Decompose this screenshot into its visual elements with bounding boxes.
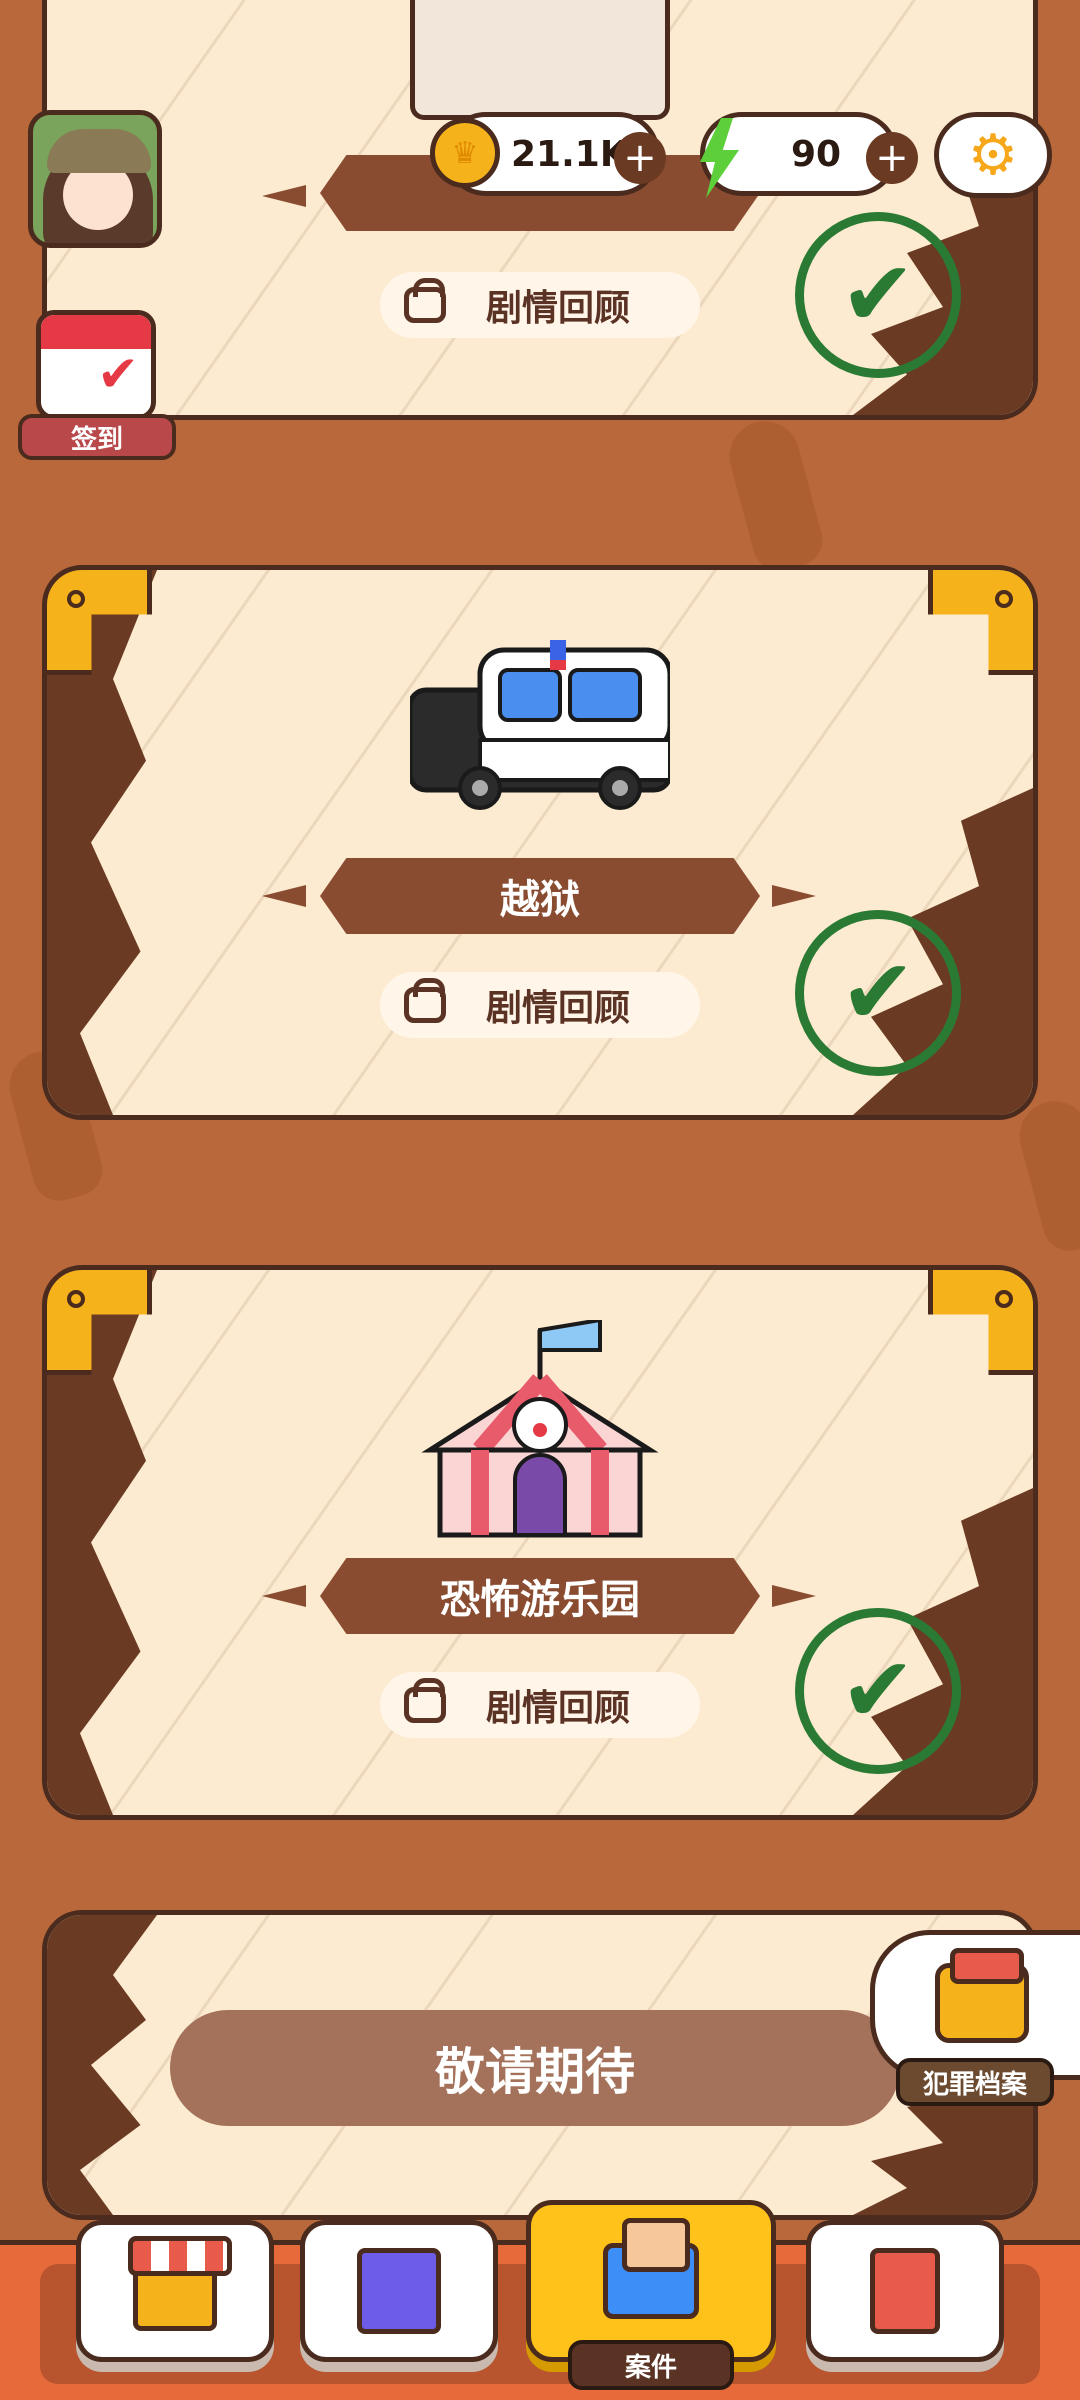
case-title: 越狱	[320, 858, 760, 934]
corner-bracket-decoration	[928, 1270, 1033, 1375]
corner-bracket-decoration	[928, 570, 1033, 675]
bag-icon	[404, 1678, 446, 1723]
shop-icon	[128, 2236, 232, 2331]
add-coins-button[interactable]: +	[614, 132, 666, 184]
completed-check-icon: ✔	[795, 910, 961, 1076]
story-review-label: 剧情回顾	[486, 1688, 631, 1729]
add-energy-button[interactable]: +	[866, 132, 918, 184]
completed-check-icon: ✔	[795, 212, 961, 378]
building-icon	[357, 2248, 441, 2334]
story-review-button[interactable]: 剧情回顾	[380, 972, 700, 1038]
nav-building[interactable]	[300, 2220, 498, 2362]
crime-file-label[interactable]: 犯罪档案	[896, 2058, 1054, 2106]
completed-check-icon: ✔	[795, 1608, 961, 1774]
nav-shop[interactable]	[76, 2220, 274, 2362]
nav-cases[interactable]	[526, 2200, 776, 2362]
nav-cases-label: 案件	[568, 2340, 734, 2390]
story-review-button[interactable]: 剧情回顾	[380, 1672, 700, 1738]
file-drawer-icon	[935, 1948, 1029, 2043]
coin-icon: ♛	[430, 118, 500, 188]
footprint-decoration	[1011, 1093, 1080, 1257]
police-car-icon	[410, 640, 670, 810]
case-title: 恐怖游乐园	[320, 1558, 760, 1634]
nav-book[interactable]	[806, 2220, 1004, 2362]
coin-amount: 21.1K	[511, 133, 628, 175]
energy-amount: 90	[791, 133, 842, 175]
player-avatar[interactable]	[28, 110, 162, 248]
settings-button[interactable]: ⚙	[934, 112, 1052, 198]
footprint-decoration	[721, 413, 829, 577]
card-edge-decoration	[47, 1915, 157, 2215]
story-review-label: 剧情回顾	[486, 288, 631, 329]
story-review-label: 剧情回顾	[486, 988, 631, 1029]
calendar-icon[interactable]: ✔	[36, 310, 156, 420]
bag-icon	[404, 278, 446, 323]
book-icon	[870, 2248, 940, 2334]
mail-icon	[603, 2218, 699, 2319]
bag-icon	[404, 978, 446, 1023]
signin-button[interactable]: 签到	[18, 414, 176, 460]
story-review-button[interactable]: 剧情回顾	[380, 272, 700, 338]
coming-soon-banner: 敬请期待	[170, 2010, 900, 2126]
book-icon	[410, 0, 670, 120]
circus-tent-icon	[421, 1320, 659, 1538]
gear-icon: ⚙	[967, 122, 1019, 188]
